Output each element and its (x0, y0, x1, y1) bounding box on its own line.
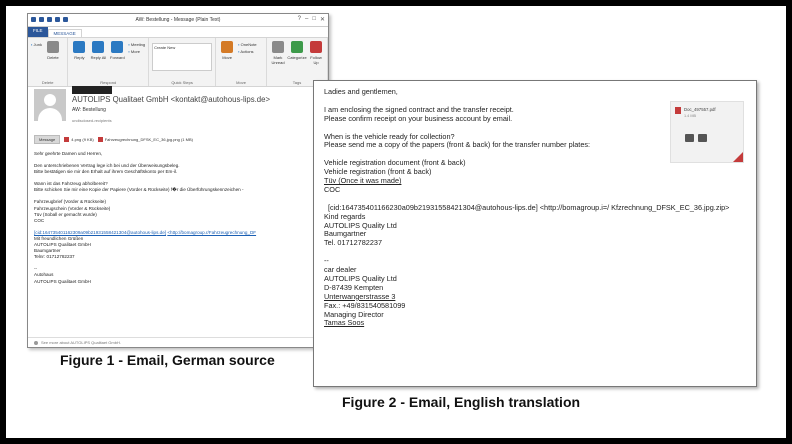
ribbon: Junk Delete Delete Reply Reply All Forwa… (28, 38, 328, 87)
reply-all-icon (92, 41, 105, 53)
attachment-bar: Message 4.png (9 KB) Fahrzeugrechnung_DF… (34, 135, 324, 144)
forward-icon (111, 41, 124, 53)
attachment-item[interactable]: 4.png (9 KB) (64, 137, 94, 142)
attachment-name: Doc_497557.pdf (684, 107, 716, 112)
outlook-message-window: AW: Bestellung - Message (Plain Text) ? … (27, 13, 329, 348)
close-icon[interactable]: ✕ (320, 16, 325, 23)
quick-steps-gallery[interactable]: Create New (152, 43, 213, 71)
figure1-caption: Figure 1 - Email, German source (60, 352, 275, 368)
body-line: -- (324, 256, 329, 266)
recipients[interactable]: undisclosed-recipients (72, 118, 112, 123)
ribbon-group-tags: Mark Unread Categorize Follow Up Tags (267, 38, 328, 86)
tab-message[interactable]: MESSAGE (47, 29, 82, 37)
ribbon-group-respond: Reply Reply All Forward Meeting More Res… (68, 38, 150, 86)
actions-button[interactable]: Actions (238, 49, 257, 54)
sender-name: AUTOLIPS Qualitaet GmbH <kontakt@autohou… (72, 95, 271, 104)
body-line: Tamas Soos (324, 318, 365, 328)
figure2-caption: Figure 2 - Email, English translation (342, 394, 581, 410)
more-button[interactable]: More (128, 49, 145, 54)
minimize-icon[interactable]: – (305, 16, 308, 23)
ribbon-tabs: FILE MESSAGE (28, 27, 328, 38)
image-file-icon (64, 137, 70, 142)
window-title: AW: Bestellung - Message (Plain Text) (135, 17, 221, 23)
cid-link[interactable]: [cid:164735401162309a09b21931558421304@a… (34, 230, 166, 235)
reply-icon (73, 41, 86, 53)
body-line: Ladies and gentlemen, (324, 87, 398, 96)
download-icon[interactable] (685, 134, 694, 142)
message-tab[interactable]: Message (34, 135, 61, 144)
people-pane-footer[interactable]: See more about AUTOLIPS Qualitaet GmbH. (28, 337, 328, 347)
meeting-button[interactable]: Meeting (128, 42, 145, 47)
body-link-line[interactable]: [cid:164735401166230a09b21931558421304@a… (324, 203, 729, 213)
delete-icon (46, 41, 59, 53)
translated-email-panel: Ladies and gentlemen, I am enclosing the… (313, 80, 757, 387)
redacted-date (72, 86, 112, 94)
message-subject: AW: Bestellung (72, 107, 106, 113)
envelope-icon (272, 41, 284, 53)
body-line: Please send me a copy of the papers (fro… (324, 140, 591, 150)
onenote-button[interactable]: OneNote (238, 42, 257, 47)
window-controls: ? – □ ✕ (298, 16, 325, 23)
person-icon (34, 340, 38, 345)
body-line: COC (324, 184, 341, 194)
create-new-item[interactable]: Create New (154, 45, 175, 50)
body-line: AUTOLIPS Quality Ltd (324, 220, 397, 230)
maximize-icon[interactable]: □ (312, 16, 316, 23)
help-icon[interactable]: ? (298, 16, 301, 23)
ribbon-group-move: Move OneNote Actions Move (216, 38, 267, 86)
message-header: AUTOLIPS Qualitaet GmbH <kontakt@autohou… (28, 86, 328, 134)
ribbon-group-delete: Junk Delete Delete (28, 38, 69, 86)
message-body: Sehr geehrte Damen und Herren, Den unter… (34, 151, 324, 285)
pdf-attachment-card[interactable]: Doc_497557.pdf 1.4 MB (670, 101, 744, 163)
categorize-icon (291, 41, 303, 53)
url-link[interactable]: <http://bomagroup.r/Fahrzeugrechnung_DF (167, 230, 256, 235)
sender-avatar (34, 89, 66, 121)
body-line: Please confirm receipt on your business … (324, 113, 513, 123)
move-icon (221, 41, 234, 53)
fold-corner (733, 152, 743, 162)
attachment-item[interactable]: Fahrzeugrechnung_DFSK_EC_36.jpg.png (1 M… (97, 137, 193, 142)
save-to-drive-icon[interactable] (698, 134, 707, 142)
junk-button[interactable]: Junk (31, 42, 42, 47)
translated-body: Ladies and gentlemen, I am enclosing the… (324, 87, 729, 328)
attachment-size: 1.4 MB (684, 114, 697, 118)
image-file-icon (97, 137, 103, 142)
body-line: Tüv (Once it was made) (324, 176, 402, 186)
window-titlebar: AW: Bestellung - Message (Plain Text) ? … (28, 14, 328, 27)
body-line: Managing Director (324, 309, 384, 319)
tab-file[interactable]: FILE (28, 27, 48, 37)
ribbon-group-quick-steps: Create New Quick Steps (149, 38, 217, 86)
flag-icon (310, 41, 322, 53)
body-line: AUTOLIPS Qualitaet GmbH (34, 278, 91, 284)
pdf-icon (675, 107, 681, 114)
body-line: Tel. 01712782237 (324, 238, 383, 248)
